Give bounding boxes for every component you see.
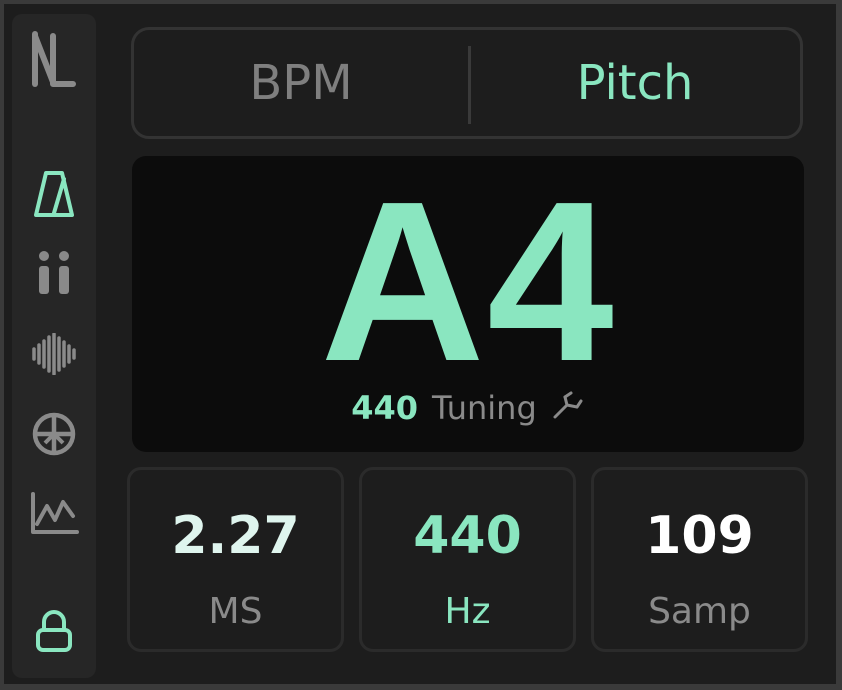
sidebar xyxy=(12,14,96,678)
tab-bpm[interactable]: BPM xyxy=(134,30,468,136)
stat-unit-samp: Samp xyxy=(648,591,751,632)
stat-card-samp[interactable]: 109 Samp xyxy=(591,467,808,652)
tuning-fork-icon[interactable] xyxy=(551,391,585,425)
logo-icon[interactable] xyxy=(26,31,82,92)
tuning-label: Tuning xyxy=(432,389,537,427)
lock-icon[interactable] xyxy=(26,604,82,660)
stat-value-samp: 109 xyxy=(645,506,754,566)
waveform-icon[interactable] xyxy=(26,326,82,382)
stat-unit-ms: MS xyxy=(208,591,263,632)
pause-icon[interactable] xyxy=(26,246,82,302)
note-display: A4 440 Tuning xyxy=(132,156,804,452)
stat-value-hz: 440 xyxy=(413,506,522,566)
mode-switch: BPM Pitch xyxy=(131,27,803,139)
stat-unit-hz: Hz xyxy=(444,591,491,632)
app-window: BPM Pitch A4 440 Tuning 2.27 MS 440 Hz 1… xyxy=(0,0,842,690)
stat-value-ms: 2.27 xyxy=(171,506,300,566)
stat-card-hz[interactable]: 440 Hz xyxy=(359,467,576,652)
crosshair-icon[interactable] xyxy=(26,406,82,462)
tuning-control[interactable]: 440 Tuning xyxy=(132,386,804,430)
tab-pitch[interactable]: Pitch xyxy=(470,30,800,136)
stat-card-ms[interactable]: 2.27 MS xyxy=(127,467,344,652)
detected-note: A4 xyxy=(320,155,616,409)
tuning-reference-value: 440 xyxy=(351,389,419,427)
line-chart-icon[interactable] xyxy=(26,486,82,542)
metronome-icon[interactable] xyxy=(26,166,82,222)
